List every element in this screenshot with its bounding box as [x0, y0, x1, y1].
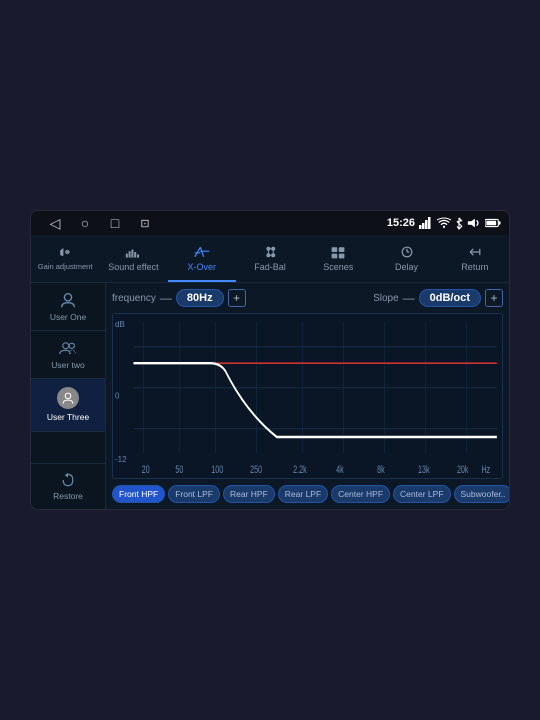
slope-dash: —: [403, 291, 415, 305]
user1-icon: [59, 291, 77, 309]
tab-scenes-label: Scenes: [323, 262, 353, 272]
svg-text:100: 100: [211, 463, 223, 476]
battery-icon: [485, 217, 501, 229]
sidebar: User One User two User Three: [31, 283, 106, 509]
back-button[interactable]: ◁: [45, 213, 65, 233]
return-icon: [467, 244, 483, 260]
tab-gain-label: Gain adjustment: [38, 262, 93, 271]
svg-text:4k: 4k: [336, 463, 344, 476]
sidebar-user1-label: User One: [50, 312, 86, 322]
svg-text:Hz: Hz: [482, 463, 491, 476]
tab-bar: Gain adjustment Sound effect X-Over: [31, 235, 509, 283]
filter-buttons: Front HPF Front LPF Rear HPF Rear LPF Ce…: [112, 485, 503, 503]
filter-rear-lpf[interactable]: Rear LPF: [278, 485, 328, 503]
nav-bar: ◁ ○ □ ⊡: [39, 213, 161, 233]
screencast-icon[interactable]: ⊡: [135, 213, 155, 233]
fadbal-icon: [262, 244, 278, 260]
volume-icon: [467, 217, 481, 229]
tab-delay[interactable]: Delay: [372, 235, 440, 282]
svg-text:2.2k: 2.2k: [293, 463, 307, 476]
user3-avatar: [57, 387, 79, 409]
sound-icon: [125, 244, 141, 260]
eq-graph: dB 0 -12: [112, 313, 503, 479]
tab-sound[interactable]: Sound effect: [99, 235, 167, 282]
scenes-icon: [330, 244, 346, 260]
svg-text:8k: 8k: [377, 463, 385, 476]
tab-delay-label: Delay: [395, 262, 418, 272]
slope-value[interactable]: 0dB/oct: [419, 289, 481, 307]
svg-text:50: 50: [175, 463, 183, 476]
right-panel: frequency — 80Hz + Slope — 0dB/oct + dB …: [106, 283, 509, 509]
tab-fadbal-label: Fad-Bal: [254, 262, 286, 272]
tab-return-label: Return: [461, 262, 488, 272]
filter-center-hpf[interactable]: Center HPF: [331, 485, 390, 503]
gain-icon: [57, 244, 73, 260]
user3-icon: [61, 391, 75, 405]
frequency-label: frequency: [112, 293, 156, 304]
controls-row: frequency — 80Hz + Slope — 0dB/oct +: [112, 289, 503, 307]
graph-svg: 20 50 100 250 2.2k 4k 8k 13k 20k Hz: [113, 314, 502, 478]
tab-sound-label: Sound effect: [108, 262, 158, 272]
sidebar-item-user1[interactable]: User One: [31, 283, 105, 331]
recent-button[interactable]: □: [105, 213, 125, 233]
frequency-value[interactable]: 80Hz: [176, 289, 224, 307]
freq-dash: —: [160, 291, 172, 305]
tab-scenes[interactable]: Scenes: [304, 235, 372, 282]
filter-rear-hpf[interactable]: Rear HPF: [223, 485, 275, 503]
xover-icon: [194, 244, 210, 260]
sidebar-item-user2[interactable]: User two: [31, 331, 105, 379]
svg-text:20k: 20k: [457, 463, 469, 476]
home-button[interactable]: ○: [75, 213, 95, 233]
svg-text:20: 20: [142, 463, 150, 476]
slope-control: Slope — 0dB/oct +: [373, 289, 503, 307]
user2-icon: [59, 339, 77, 357]
frequency-control: frequency — 80Hz +: [112, 289, 246, 307]
bluetooth-icon: [455, 217, 463, 230]
sidebar-user3-label: User Three: [47, 412, 89, 422]
filter-subwoofer[interactable]: Subwoofer..: [454, 485, 509, 503]
status-bar-right: 15:26: [387, 217, 501, 230]
slope-label: Slope: [373, 293, 399, 304]
svg-text:250: 250: [250, 463, 262, 476]
signal-icon: [419, 217, 433, 229]
status-time: 15:26: [387, 217, 415, 229]
sidebar-item-user3[interactable]: User Three: [31, 379, 105, 431]
restore-icon: [60, 472, 76, 488]
sidebar-user2-label: User two: [51, 360, 85, 370]
tab-xover[interactable]: X-Over: [168, 235, 236, 282]
tab-gain[interactable]: Gain adjustment: [31, 235, 99, 282]
status-bar: ◁ ○ □ ⊡ 15:26: [31, 211, 509, 235]
tab-return[interactable]: Return: [441, 235, 509, 282]
sidebar-restore-label: Restore: [53, 491, 83, 501]
device-frame: ◁ ○ □ ⊡ 15:26: [30, 210, 510, 510]
tab-xover-label: X-Over: [187, 262, 216, 272]
filter-center-lpf[interactable]: Center LPF: [393, 485, 450, 503]
filter-front-lpf[interactable]: Front LPF: [168, 485, 220, 503]
svg-text:13k: 13k: [418, 463, 430, 476]
sidebar-restore[interactable]: Restore: [31, 463, 105, 509]
wifi-icon: [437, 217, 451, 229]
frequency-plus-button[interactable]: +: [228, 289, 246, 307]
filter-front-hpf[interactable]: Front HPF: [112, 485, 165, 503]
slope-plus-button[interactable]: +: [485, 289, 503, 307]
delay-icon: [399, 244, 415, 260]
tab-fadbal[interactable]: Fad-Bal: [236, 235, 304, 282]
content-area: User One User two User Three: [31, 283, 509, 509]
